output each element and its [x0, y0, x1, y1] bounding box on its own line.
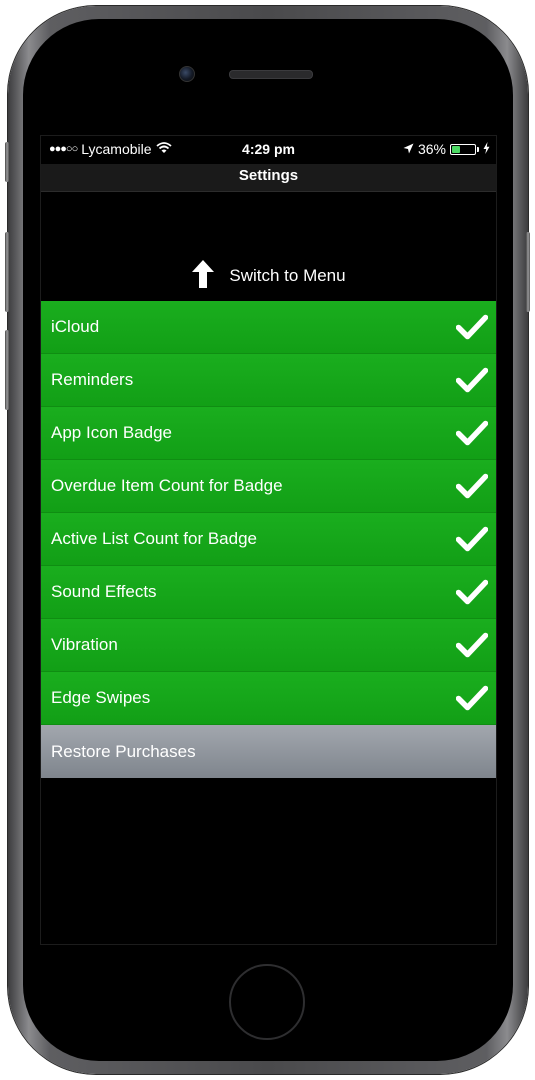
power-button — [526, 232, 530, 312]
earpiece-speaker — [229, 70, 313, 79]
checkmark-icon — [456, 685, 488, 711]
settings-row[interactable]: Vibration — [41, 619, 496, 672]
checkmark-icon — [456, 367, 488, 393]
settings-row[interactable]: Active List Count for Badge — [41, 513, 496, 566]
charging-bolt-icon — [483, 141, 490, 157]
nav-bar: Settings — [41, 164, 496, 192]
mute-switch — [5, 142, 9, 182]
settings-row-label: Sound Effects — [51, 582, 157, 601]
settings-row-label: Reminders — [51, 370, 134, 389]
volume-up-button — [5, 232, 9, 312]
front-camera — [179, 66, 195, 82]
app-screen: ●●●○○ Lycamobile 4:29 pm 36% Settings Sw… — [40, 135, 497, 945]
restore-purchases-label: Restore Purchases — [51, 741, 196, 761]
battery-percent: 36% — [417, 141, 446, 157]
settings-row-label: Vibration — [51, 635, 118, 654]
settings-row[interactable]: Edge Swipes — [41, 672, 496, 725]
checkmark-icon — [456, 420, 488, 446]
checkmark-icon — [456, 314, 488, 340]
checkmark-icon — [456, 579, 488, 605]
battery-icon — [450, 143, 476, 155]
settings-row-label: iCloud — [51, 317, 100, 336]
checkmark-icon — [456, 632, 488, 658]
settings-row-label: App Icon Badge — [51, 423, 172, 442]
up-arrow-icon — [191, 259, 215, 294]
checkmark-icon — [456, 526, 488, 552]
status-bar: ●●●○○ Lycamobile 4:29 pm 36% — [41, 136, 496, 164]
settings-row[interactable]: Sound Effects — [41, 566, 496, 619]
settings-row-label: Edge Swipes — [51, 688, 151, 707]
volume-down-button — [5, 330, 9, 410]
switch-to-menu-label: Switch to Menu — [229, 266, 346, 285]
settings-row[interactable]: Reminders — [41, 354, 496, 407]
page-title: Settings — [238, 167, 299, 184]
switch-to-menu-button[interactable]: Switch to Menu — [41, 256, 496, 296]
status-right: 36% — [403, 141, 490, 157]
home-button[interactable] — [229, 964, 305, 1040]
checkmark-icon — [456, 473, 488, 499]
restore-purchases-button[interactable]: Restore Purchases — [41, 725, 496, 778]
settings-row[interactable]: iCloud — [41, 301, 496, 354]
settings-row-label: Active List Count for Badge — [51, 529, 258, 548]
settings-row[interactable]: Overdue Item Count for Badge — [41, 460, 496, 513]
location-arrow-icon — [403, 141, 414, 157]
settings-list: iCloud Reminders App Icon Badge Overdue Ite… — [41, 301, 496, 778]
battery-tip — [477, 146, 479, 152]
battery-fill — [452, 145, 460, 153]
settings-row-label: Overdue Item Count for Badge — [51, 476, 283, 495]
settings-row[interactable]: App Icon Badge — [41, 407, 496, 460]
